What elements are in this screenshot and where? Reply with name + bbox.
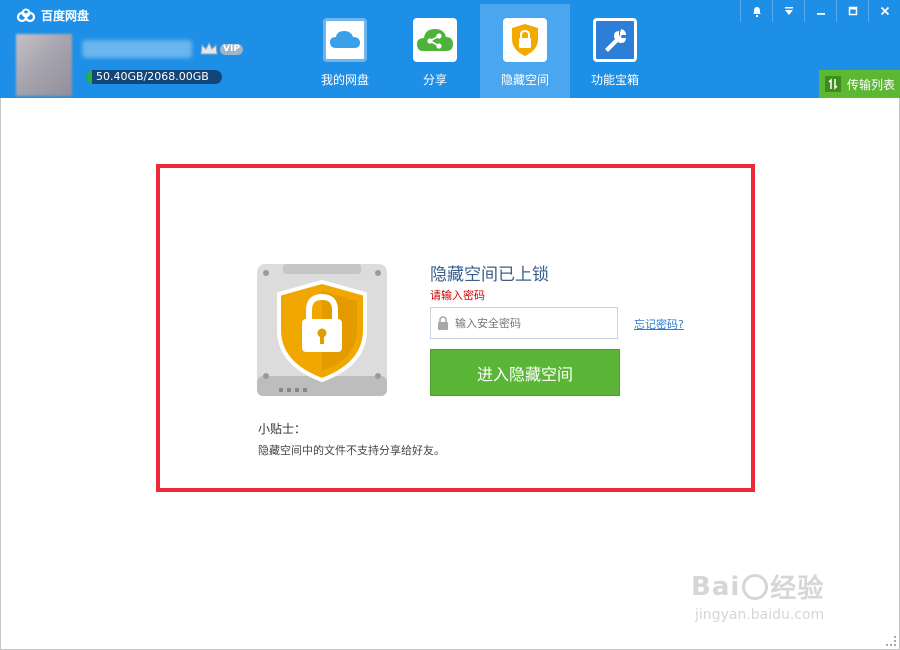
tips-title: 小贴士：: [258, 422, 307, 436]
transfer-list-button[interactable]: 传输列表: [819, 70, 900, 98]
nav-hidden-space-label: 隐藏空间: [500, 73, 549, 87]
main-content: 隐藏空间已上锁 请输入密码 忘记密码? 进入隐藏空间 小贴士： 隐藏空间中的文件…: [0, 98, 900, 650]
nav-share[interactable]: 分享: [390, 4, 480, 98]
baidu-cloud-logo-icon: [16, 8, 36, 22]
menu-icon[interactable]: [772, 0, 804, 22]
app-title: 百度网盘: [41, 9, 90, 23]
title-bar: 百度网盘 VIP 50.40GB/2068.00GB 我的网盘 分享 隐藏空间 …: [0, 0, 900, 98]
tips-body: 隐藏空间中的文件不支持分享给好友。: [258, 444, 445, 457]
minimize-icon[interactable]: [804, 0, 836, 22]
share-icon: [413, 18, 457, 62]
storage-used-fill: [86, 70, 92, 84]
paw-icon: [742, 573, 769, 600]
resize-grip-icon[interactable]: [886, 636, 896, 646]
cloud-icon: [323, 18, 367, 62]
locked-title: 隐藏空间已上锁: [430, 265, 549, 285]
password-hint: 请输入密码: [430, 289, 485, 302]
lock-icon: [438, 316, 448, 330]
nav-toolbox[interactable]: 功能宝箱: [570, 4, 660, 98]
vip-badge[interactable]: VIP: [200, 42, 243, 56]
wrench-icon: [593, 18, 637, 62]
nav-hidden-space[interactable]: 隐藏空间: [480, 4, 570, 98]
nav-my-disk[interactable]: 我的网盘: [300, 4, 390, 98]
window-controls: [740, 0, 900, 22]
storage-bar: 50.40GB/2068.00GB: [86, 70, 222, 84]
baidu-jingyan-watermark: Bai 经验 jingyan.baidu.com: [691, 568, 825, 624]
app-logo: 百度网盘: [16, 7, 89, 24]
password-input[interactable]: [455, 316, 605, 330]
crown-icon: [200, 42, 218, 55]
forgot-password-link[interactable]: 忘记密码?: [634, 316, 684, 332]
maximize-icon[interactable]: [836, 0, 868, 22]
transfer-list-label: 传输列表: [847, 77, 896, 92]
avatar[interactable]: [16, 34, 72, 96]
watermark-text: Bai: [691, 571, 741, 602]
enter-hidden-space-button[interactable]: 进入隐藏空间: [430, 349, 620, 396]
shield-lock-icon: [257, 264, 387, 396]
storage-label: 50.40GB/2068.00GB: [96, 70, 209, 83]
main-nav: 我的网盘 分享 隐藏空间 功能宝箱: [300, 4, 660, 98]
close-icon[interactable]: [868, 0, 900, 22]
nav-share-label: 分享: [422, 73, 447, 87]
vip-label: VIP: [220, 43, 243, 55]
bell-icon[interactable]: [740, 0, 772, 22]
nav-toolbox-label: 功能宝箱: [590, 73, 639, 87]
transfer-arrows-icon: [825, 76, 841, 92]
username-blurred: [82, 40, 192, 58]
shield-lock-icon: [503, 18, 547, 62]
locked-drive-illustration: [257, 264, 387, 398]
watermark-brand: 经验: [770, 574, 825, 604]
nav-my-disk-label: 我的网盘: [320, 73, 369, 87]
password-field[interactable]: [430, 307, 618, 339]
watermark-url: jingyan.baidu.com: [695, 607, 825, 623]
